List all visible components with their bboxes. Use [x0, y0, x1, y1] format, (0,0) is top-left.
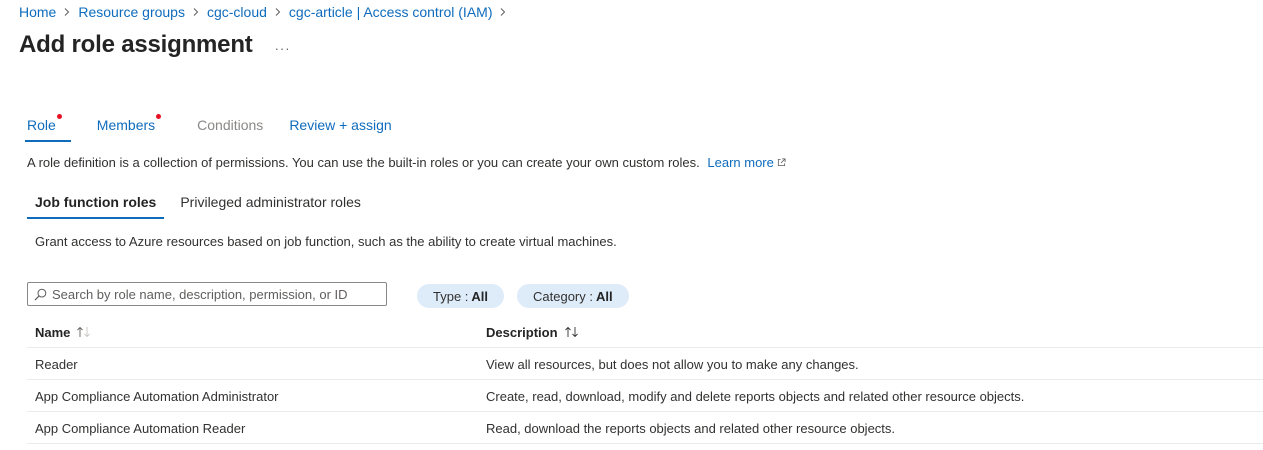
learn-more-label: Learn more [707, 155, 774, 170]
intro-description: A role definition is a collection of per… [27, 155, 700, 170]
sort-arrows-icon [77, 326, 91, 338]
sort-arrows-icon [564, 326, 578, 338]
more-options-button[interactable]: ··· [275, 41, 291, 56]
role-description: Create, read, download, modify and delet… [486, 388, 1025, 404]
external-link-icon [777, 158, 786, 167]
learn-more-link[interactable]: Learn more [707, 155, 786, 170]
table-row[interactable]: Reader View all resources, but does not … [27, 348, 1263, 380]
breadcrumb-access-control[interactable]: cgc-article | Access control (IAM) [289, 4, 493, 20]
wizard-tabs: Role Members Conditions Review + assign [25, 112, 392, 142]
table-row[interactable]: App Compliance Automation Administrator … [27, 380, 1263, 412]
type-filter-pill[interactable]: Type : All [417, 284, 505, 308]
page-title: Add role assignment [19, 31, 253, 58]
chevron-right-icon [267, 4, 289, 20]
role-type-tabs: Job function roles Privileged administra… [27, 188, 369, 219]
role-name: App Compliance Automation Administrator [35, 388, 279, 404]
chevron-right-icon [185, 4, 207, 20]
column-header-description[interactable]: Description [486, 316, 580, 348]
role-type-description: Grant access to Azure resources based on… [35, 234, 617, 249]
role-description: Read, download the reports objects and r… [486, 420, 896, 436]
required-indicator [56, 114, 62, 119]
table-header: Name Description [27, 316, 1263, 348]
tab-role-label: Role [27, 117, 56, 133]
intro-text: A role definition is a collection of per… [27, 155, 786, 170]
tab-conditions-label: Conditions [197, 117, 264, 133]
category-filter-pill[interactable]: Category : All [517, 284, 629, 308]
category-filter-label: Category : [533, 288, 593, 304]
category-filter-value: All [595, 288, 613, 304]
role-description: View all resources, but does not allow y… [486, 356, 859, 372]
breadcrumb-resource-group[interactable]: cgc-cloud [207, 4, 267, 20]
type-filter-value: All [471, 288, 489, 304]
roles-table: Name Description Reader View all resourc… [27, 316, 1263, 444]
tab-members[interactable]: Members [96, 112, 162, 142]
search-icon [34, 288, 47, 300]
column-name-label: Name [35, 324, 71, 340]
tab-role[interactable]: Role [25, 112, 71, 142]
table-row[interactable]: App Compliance Automation Reader Read, d… [27, 412, 1263, 444]
search-input[interactable] [52, 286, 382, 302]
tab-review-assign[interactable]: Review + assign [289, 112, 391, 142]
column-description-label: Description [486, 324, 558, 340]
tab-job-function-roles[interactable]: Job function roles [27, 188, 165, 219]
role-name: Reader [35, 356, 78, 372]
tab-conditions[interactable]: Conditions [197, 112, 263, 142]
search-box[interactable] [27, 282, 387, 306]
tab-members-label: Members [96, 117, 156, 133]
tab-privileged-administrator-roles[interactable]: Privileged administrator roles [172, 188, 369, 219]
breadcrumb: Home Resource groups cgc-cloud cgc-artic… [19, 4, 514, 20]
title-row: Add role assignment ··· [19, 31, 291, 59]
type-filter-label: Type : [433, 288, 469, 304]
breadcrumb-resource-groups[interactable]: Resource groups [78, 4, 185, 20]
column-header-name[interactable]: Name [35, 316, 92, 348]
breadcrumb-home[interactable]: Home [19, 4, 56, 20]
role-name: App Compliance Automation Reader [35, 420, 246, 436]
required-indicator [156, 114, 162, 119]
chevron-right-icon [492, 4, 514, 20]
chevron-right-icon [56, 4, 78, 20]
tab-review-assign-label: Review + assign [289, 117, 392, 133]
